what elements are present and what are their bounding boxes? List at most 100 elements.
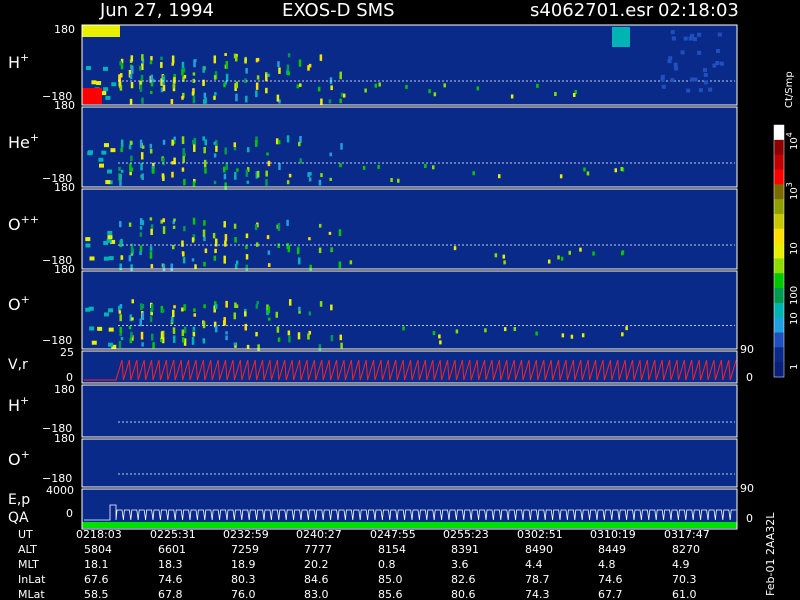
spectrogram-pixel	[503, 260, 506, 265]
spectrogram-pixel	[202, 136, 205, 141]
spectrogram-pixel	[339, 163, 342, 168]
ephemeris-cell: 67.6	[84, 573, 109, 586]
spectrogram-pixel	[318, 223, 322, 228]
ephemeris-row-label: MLT	[18, 558, 39, 571]
spectrogram-pixel	[266, 235, 270, 240]
spectrogram-pixel	[214, 304, 218, 310]
spectrogram-pixel	[96, 81, 102, 86]
spectrogram-pixel	[193, 308, 196, 312]
spectrogram-pixel	[307, 65, 310, 71]
spectrogram-pixel	[162, 84, 166, 92]
ephemeris-row-label: InLat	[18, 573, 46, 586]
spectrogram-pixel	[328, 99, 332, 104]
spectrogram-pixel	[225, 331, 228, 335]
spectrogram-pixel	[592, 251, 595, 256]
spectrogram-pixel	[162, 157, 165, 166]
spectrogram-pixel	[152, 342, 155, 349]
spectrogram-pixel	[103, 312, 109, 317]
spectrogram-pixel	[717, 32, 722, 37]
spectrogram-pixel	[213, 153, 217, 158]
spectrogram-pixel	[318, 247, 322, 254]
spectrogram-pixel	[103, 87, 109, 92]
spectrogram-pixel	[172, 309, 175, 318]
spectrogram-pixel	[120, 169, 124, 173]
colorbar-segment	[774, 362, 784, 378]
spectrogram-pixel	[171, 171, 174, 178]
spectrogram-pixel	[119, 173, 122, 180]
colorbar-segment	[774, 302, 784, 319]
panel-vr	[82, 351, 737, 383]
spectrogram-pixel	[118, 310, 122, 314]
spectrogram-pixel	[320, 173, 323, 178]
spectrogram-pixel	[246, 147, 250, 153]
spectrogram-pixel	[183, 326, 187, 334]
spectrogram-pixel	[244, 311, 247, 317]
spectrogram-pixel	[510, 94, 514, 99]
spectrogram-pixel	[203, 99, 206, 104]
spectrogram-panels	[82, 25, 737, 529]
tick-op-top: 180	[54, 263, 75, 276]
spectrogram-pixel	[233, 342, 237, 346]
spectrogram-pixel	[182, 257, 186, 264]
spectrogram-pixel	[547, 259, 551, 264]
ephemeris-cell: 0232:59	[223, 528, 269, 541]
spectrogram-pixel	[583, 167, 586, 172]
ephemeris-cell: 0310:19	[590, 528, 636, 541]
spectrogram-pixel	[244, 323, 248, 331]
spectrogram-pixel	[181, 329, 185, 337]
spectrogram-pixel	[431, 165, 435, 170]
panel-o-plus	[82, 271, 737, 349]
ephemeris-cell: 8449	[598, 543, 626, 556]
spectrogram-pixel	[256, 300, 260, 305]
spectrogram-pixel	[339, 334, 343, 341]
spectrogram-pixel	[213, 95, 216, 100]
spectrogram-pixel	[557, 255, 560, 260]
spectrogram-pixel	[120, 255, 124, 260]
panel-labels: H+ He+ O++ O+ V,r H+ O+ E,p QA	[8, 51, 39, 526]
spectrogram-pixel	[438, 334, 441, 339]
spectrogram-pixel	[182, 148, 185, 157]
spectrogram-pixel	[162, 139, 166, 145]
ephemeris-cell: 80.6	[451, 588, 476, 600]
ephemeris-cell: 18.3	[158, 558, 183, 571]
spectrogram-pixel	[572, 93, 576, 98]
plot-instrument: EXOS-D SMS	[282, 0, 395, 21]
spectrogram-pixel	[161, 309, 165, 313]
spectrogram-pixel	[171, 316, 174, 323]
spectrogram-pixel	[245, 95, 248, 103]
spectrogram-pixel	[224, 240, 227, 247]
spectrogram-pixel	[340, 92, 344, 97]
ephemeris-cell: 85.0	[378, 573, 403, 586]
spectrogram-pixel	[286, 219, 289, 226]
spectrogram-pixel	[107, 235, 113, 240]
spectrogram-pixel	[202, 82, 205, 86]
spectrogram-pixel	[181, 240, 184, 247]
colorbar-segment	[774, 288, 784, 304]
spectrogram-pixel	[98, 163, 104, 168]
spectrogram-pixel	[181, 251, 185, 255]
spectrogram-pixel	[535, 331, 538, 336]
ephemeris-row-label: MLat	[18, 588, 45, 600]
spectrogram-pixel	[338, 229, 342, 237]
ephemeris-cell: 80.3	[231, 573, 256, 586]
colorbar-segment	[774, 243, 784, 259]
colorbar-tick-label: 10	[789, 242, 800, 255]
spectrogram-pixel	[150, 264, 154, 269]
exos-d-sms-plot: Jun 27, 1994 EXOS-D SMS s4062701.esr 02:…	[8, 0, 800, 600]
spectrogram-pixel	[299, 83, 302, 87]
spectrogram-pixel	[288, 173, 292, 178]
spectrogram-pixel	[160, 56, 163, 61]
spectrogram-pixel	[308, 311, 312, 316]
tick-h-top: 180	[54, 23, 75, 36]
tick-vr-top: 25	[60, 346, 74, 359]
spectrogram-pixel	[89, 326, 95, 331]
spectrogram-pixel	[223, 173, 227, 180]
colorbar-segment	[774, 317, 784, 334]
spectrogram-pixel	[245, 169, 249, 177]
spectrogram-pixel	[697, 50, 702, 55]
ephemeris-cell: 6601	[158, 543, 186, 556]
spectrogram-pixel	[455, 329, 459, 334]
spectrogram-pixel	[245, 244, 248, 250]
ephemeris-cell: 0255:23	[443, 528, 489, 541]
ephemeris-cell: 67.7	[598, 588, 623, 600]
